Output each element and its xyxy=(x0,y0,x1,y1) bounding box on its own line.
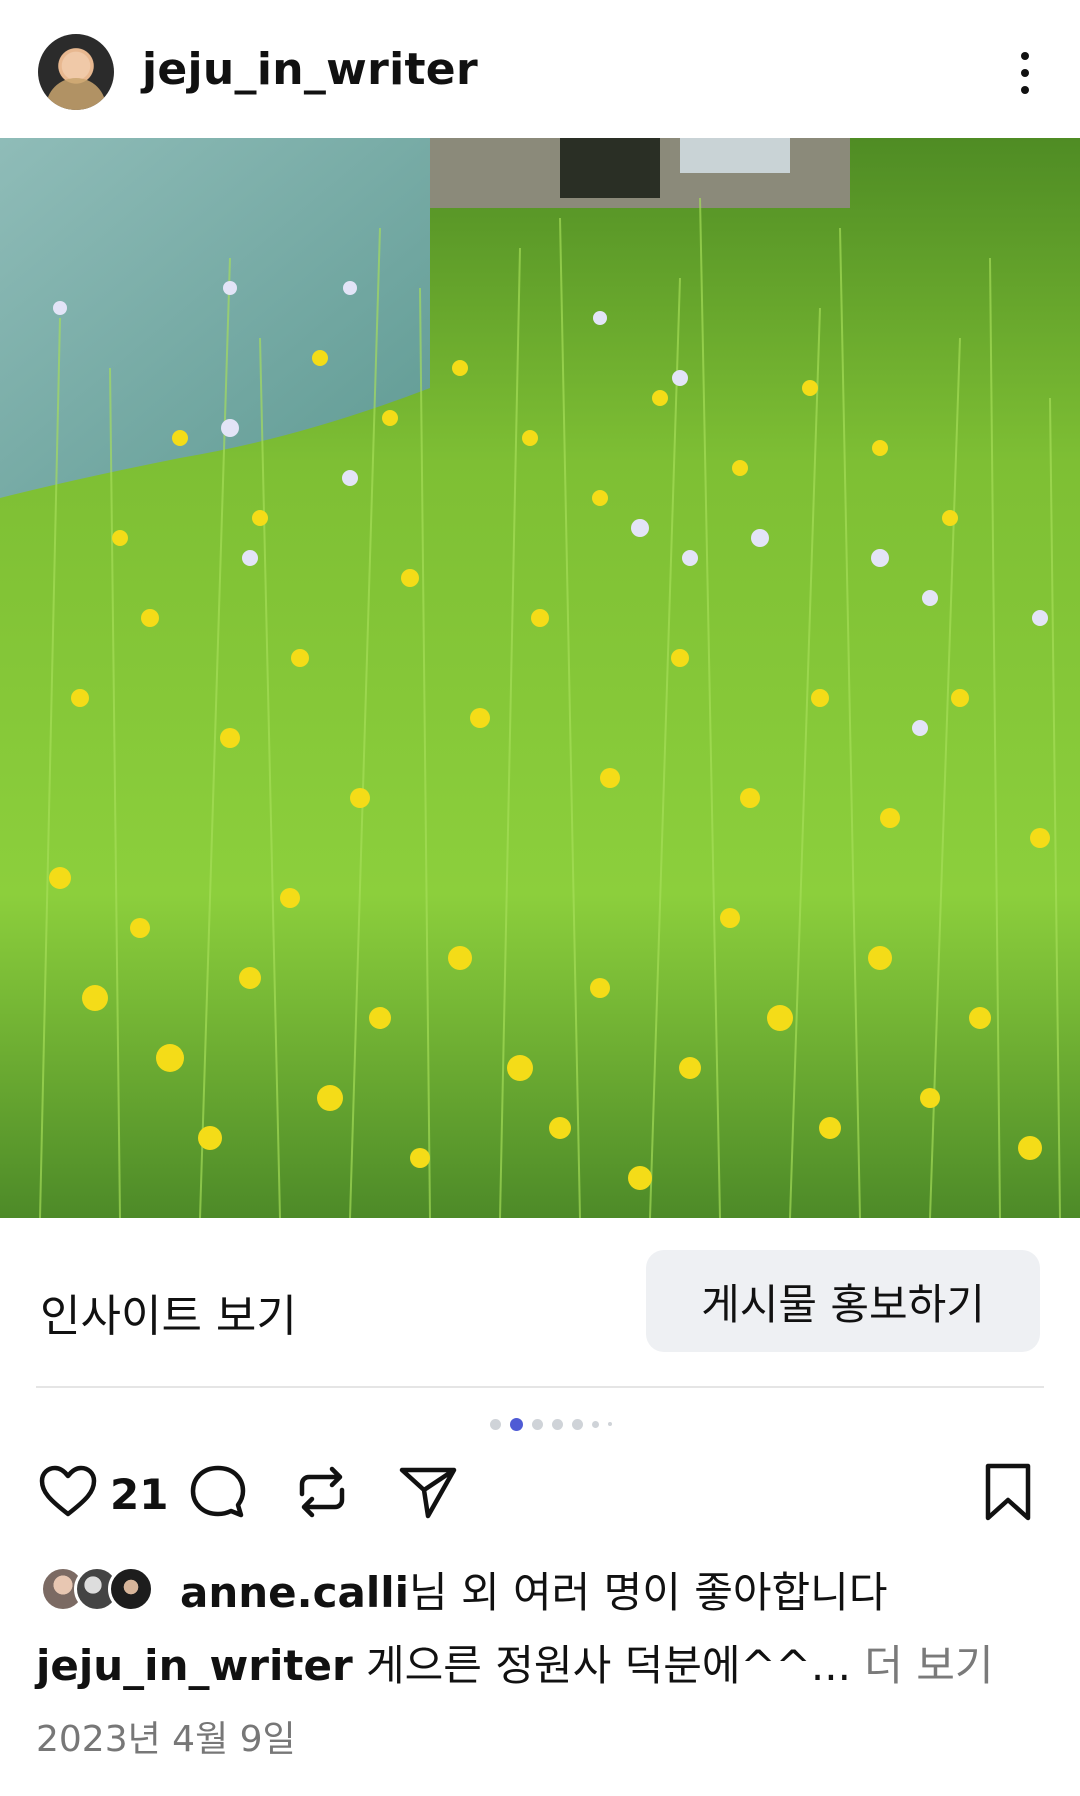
carousel-dot xyxy=(552,1418,563,1430)
more-options-icon[interactable] xyxy=(1005,48,1045,98)
carousel-dot xyxy=(592,1420,599,1428)
post-photo[interactable] xyxy=(0,138,1080,1218)
divider xyxy=(36,1386,1044,1388)
heart-icon[interactable] xyxy=(36,1460,100,1524)
liked-by-suffix: 님 외 여러 명이 좋아합니다 xyxy=(409,1567,888,1617)
liker-avatars xyxy=(40,1564,160,1614)
carousel-dot-active xyxy=(510,1417,523,1431)
comment-icon[interactable] xyxy=(186,1460,250,1524)
caption: jeju_in_writer 게으른 정원사 덕분에^^... 더 보기 xyxy=(36,1632,994,1693)
post-username[interactable]: jeju_in_writer xyxy=(142,44,478,95)
carousel-dot xyxy=(608,1422,612,1426)
repost-icon[interactable] xyxy=(290,1460,354,1524)
carousel-dot xyxy=(490,1418,501,1430)
likes-count[interactable]: 21 xyxy=(110,1470,168,1519)
view-insights-button[interactable]: 인사이트 보기 xyxy=(40,1280,297,1344)
caption-text: 게으른 정원사 덕분에^^... xyxy=(352,1641,851,1690)
liked-by-row[interactable]: anne.calli님 외 여러 명이 좋아합니다 xyxy=(40,1562,887,1617)
liker-name[interactable]: anne.calli xyxy=(180,1568,409,1617)
carousel-indicator xyxy=(490,1417,612,1431)
post-date: 2023년 4월 9일 xyxy=(36,1719,296,1760)
carousel-dot xyxy=(572,1418,583,1430)
liked-by-text: anne.calli님 외 여러 명이 좋아합니다 xyxy=(180,1559,887,1620)
caption-author[interactable]: jeju_in_writer xyxy=(36,1641,353,1690)
profile-avatar[interactable] xyxy=(38,34,114,110)
bookmark-icon[interactable] xyxy=(976,1460,1040,1524)
carousel-dot xyxy=(532,1418,543,1430)
see-more-link[interactable]: 더 보기 xyxy=(851,1641,993,1690)
post-header: jeju_in_writer xyxy=(0,0,1080,138)
post-actions-row: 인사이트 보기 게시물 홍보하기 xyxy=(0,1218,1080,1388)
promote-post-button[interactable]: 게시물 홍보하기 xyxy=(646,1250,1040,1352)
meadow-illustration xyxy=(0,138,1080,1218)
avatar xyxy=(108,1566,154,1612)
send-icon[interactable] xyxy=(396,1460,460,1524)
